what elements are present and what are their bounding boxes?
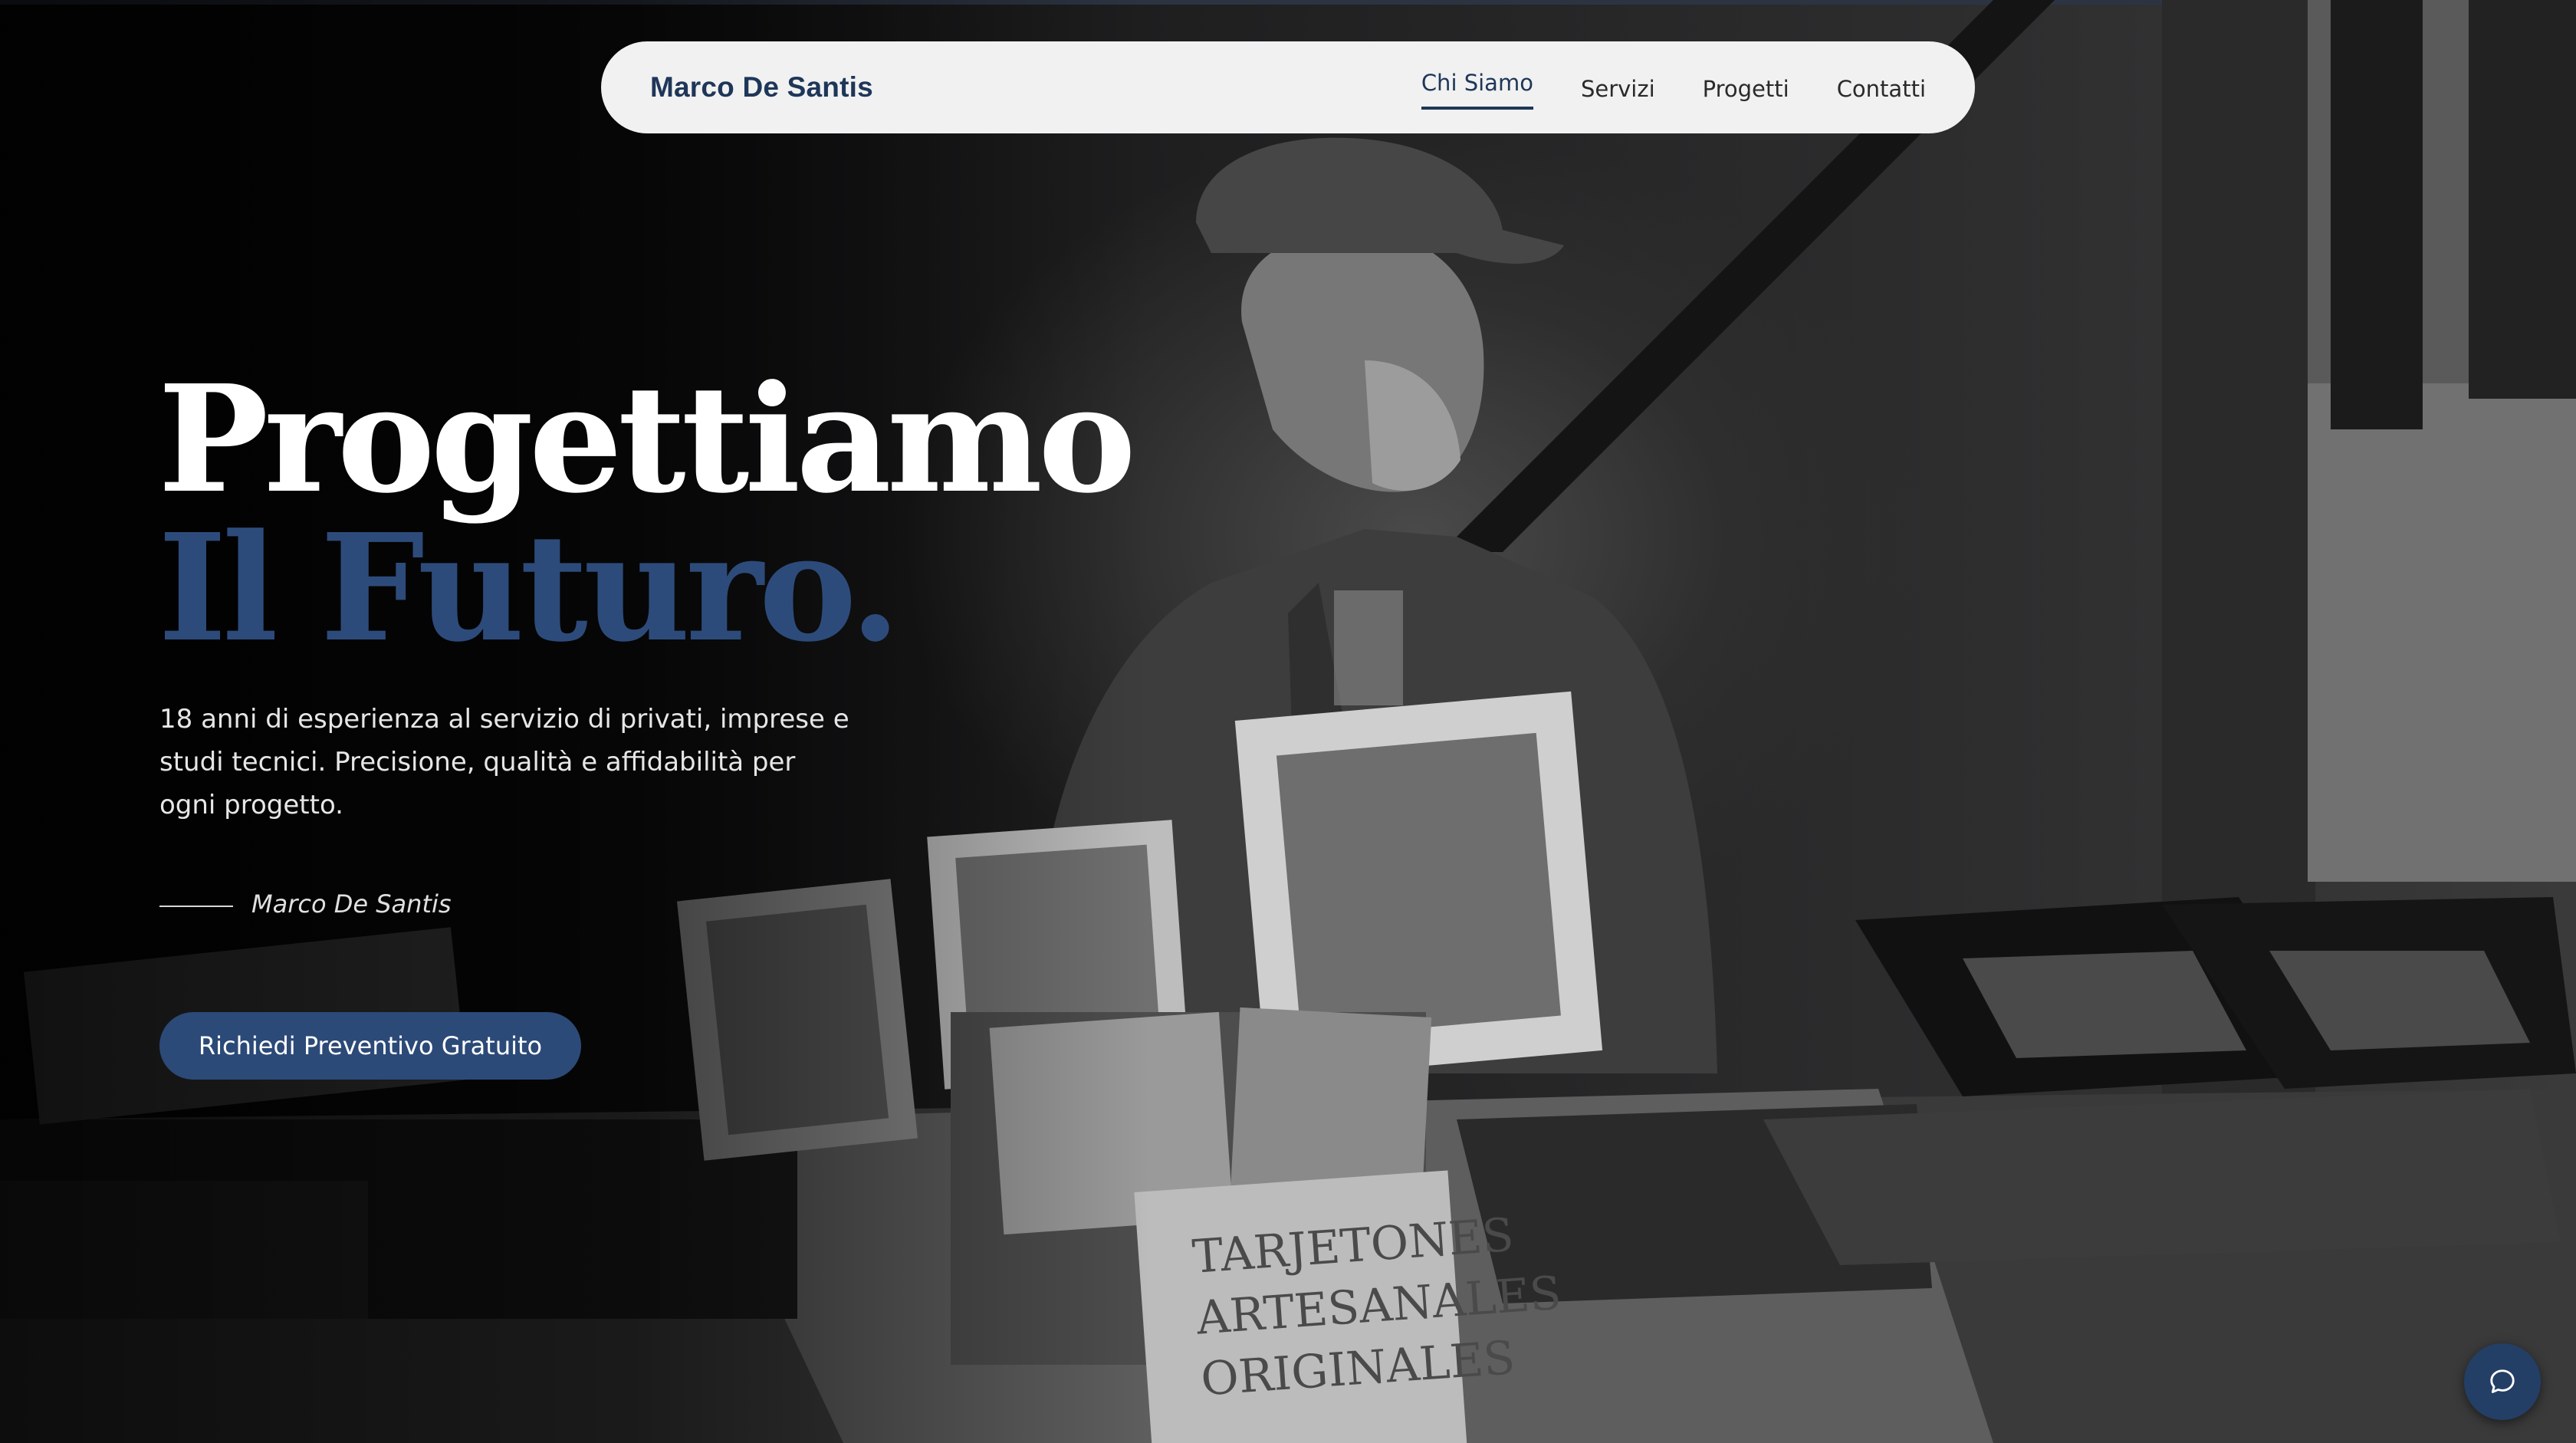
signature-divider bbox=[159, 906, 233, 907]
nav-item-servizi[interactable]: Servizi bbox=[1581, 71, 1655, 113]
chat-bubble-icon bbox=[2490, 1369, 2515, 1393]
hero-page: TARJETONES ARTESANALES ORIGINALES Marco … bbox=[0, 0, 2576, 1443]
nav-menu: Chi Siamo Servizi Progetti Contatti bbox=[1421, 65, 1926, 110]
brand-logo-text[interactable]: Marco De Santis bbox=[650, 71, 873, 104]
hero-title-line1: Progettiamo bbox=[158, 353, 1136, 526]
nav-item-contatti[interactable]: Contatti bbox=[1837, 71, 1926, 113]
nav-item-chi-siamo[interactable]: Chi Siamo bbox=[1421, 65, 1533, 110]
hero-lead-paragraph: 18 anni di esperienza al servizio di pri… bbox=[159, 704, 849, 820]
request-quote-button[interactable]: Richiedi Preventivo Gratuito bbox=[159, 1012, 581, 1080]
signature-name: Marco De Santis bbox=[251, 889, 452, 919]
chat-button[interactable] bbox=[2464, 1343, 2541, 1420]
nav-item-progetti[interactable]: Progetti bbox=[1703, 71, 1789, 113]
top-navbar: Marco De Santis Chi Siamo Servizi Proget… bbox=[601, 41, 1975, 133]
hero-title-line2: Il Futuro. bbox=[158, 502, 901, 675]
